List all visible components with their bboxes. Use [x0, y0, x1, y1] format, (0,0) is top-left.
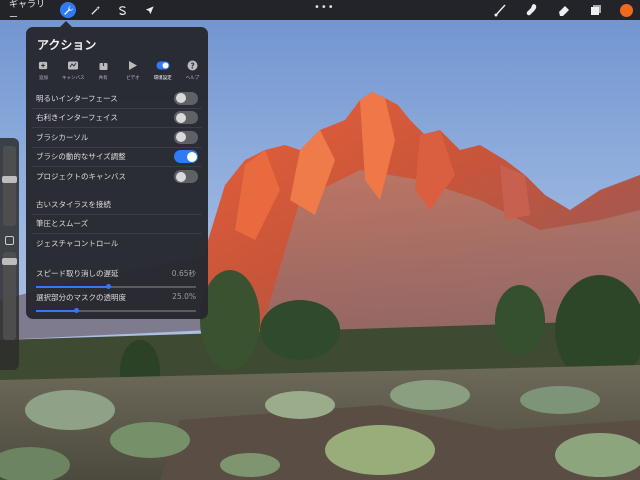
toggle-row-brush-cursor[interactable]: ブラシカーソル [32, 128, 202, 148]
svg-text:?: ? [190, 61, 194, 70]
preferences-toggle-icon [156, 61, 170, 69]
brush-size-slider[interactable] [2, 146, 17, 226]
brush-cursor-toggle[interactable] [174, 130, 198, 144]
toggle-row-dynamic-brush[interactable]: ブラシの動的なサイズ調整 [32, 148, 202, 167]
actions-tabs: 追加 キャンバス 共有 ビデオ 環境設定 ? ヘルプ [32, 58, 204, 81]
tab-share[interactable]: 共有 [92, 58, 115, 81]
preferences-links: 古いスタイラスを接続 筆圧とスムーズ ジェスチャコントロール [32, 195, 202, 254]
color-picker-button[interactable] [620, 3, 633, 17]
adjustments-button[interactable] [87, 2, 103, 18]
toggle-row-right-hand[interactable]: 右利きインターフェイス [32, 109, 202, 128]
wrench-icon [63, 5, 73, 15]
share-icon [99, 59, 108, 70]
redo-button[interactable] [3, 356, 16, 366]
undo-delay-thumb[interactable] [106, 284, 111, 289]
smudge-icon [526, 4, 537, 16]
opacity-thumb[interactable] [2, 258, 17, 265]
right-hand-toggle[interactable] [174, 111, 198, 125]
eraser-icon [559, 6, 569, 16]
undo-delay-label: スピード取り消しの遅延 [36, 269, 119, 278]
opacity-slider[interactable] [2, 252, 17, 340]
layers-icon [591, 5, 601, 15]
undo-button[interactable] [3, 344, 16, 354]
dynamic-brush-toggle[interactable] [174, 150, 198, 164]
magic-wand-icon [90, 5, 100, 15]
link-legacy-stylus[interactable]: 古いスタイラスを接続 [32, 195, 202, 215]
mask-opacity-slider[interactable] [36, 308, 196, 314]
eraser-tool[interactable] [556, 2, 572, 18]
transform-button[interactable] [141, 2, 157, 18]
right-tools [492, 0, 640, 20]
left-sidebar [0, 138, 19, 370]
brush-size-thumb[interactable] [2, 176, 17, 183]
light-interface-toggle[interactable] [174, 91, 198, 105]
selection-s-icon [118, 5, 126, 15]
mask-opacity-thumb[interactable] [74, 308, 79, 313]
canvas-icon [68, 61, 79, 69]
modify-square-button[interactable] [5, 236, 14, 245]
selection-button[interactable] [114, 2, 130, 18]
mask-opacity-value: 25.0% [172, 292, 196, 301]
link-pressure-smoothing[interactable]: 筆圧とスムーズ [32, 215, 202, 234]
arrow-cursor-icon [145, 5, 154, 14]
mask-opacity-setting: 選択部分のマスクの透明度 25.0% [36, 292, 196, 314]
more-menu-dots[interactable]: ••• [314, 2, 335, 13]
help-icon: ? [187, 60, 198, 70]
preferences-toggles: 明るいインターフェース 右利きインターフェイス ブラシカーソル ブラシの動的なサ… [32, 89, 202, 187]
mask-opacity-label: 選択部分のマスクの透明度 [36, 293, 126, 302]
project-canvas-toggle[interactable] [174, 170, 198, 184]
link-gesture-controls[interactable]: ジェスチャコントロール [32, 234, 202, 254]
brush-icon [494, 4, 506, 17]
tab-preferences[interactable]: 環境設定 [151, 58, 174, 81]
tab-video[interactable]: ビデオ [121, 58, 144, 81]
undo-delay-value: 0.65秒 [171, 269, 196, 278]
tab-add[interactable]: 追加 [32, 58, 55, 81]
gallery-button[interactable]: ギャラリー [9, 0, 49, 23]
actions-wrench-button[interactable] [60, 2, 76, 18]
video-play-icon [129, 60, 138, 70]
tab-help[interactable]: ? ヘルプ [181, 58, 204, 81]
toggle-row-light-interface[interactable]: 明るいインターフェース [32, 89, 202, 109]
undo-delay-setting: スピード取り消しの遅延 0.65秒 [36, 268, 196, 290]
brush-tool[interactable] [492, 2, 508, 18]
actions-panel: アクション 追加 キャンバス 共有 ビデオ 環境設定 ? ヘルプ 明るいインター… [26, 21, 208, 319]
top-toolbar: ギャラリー ••• [0, 0, 640, 23]
toggle-row-project-canvas[interactable]: プロジェクトのキャンバス [32, 167, 202, 187]
smudge-tool[interactable] [524, 2, 540, 18]
add-icon [38, 61, 48, 69]
tab-canvas[interactable]: キャンバス [62, 58, 85, 81]
layers-tool[interactable] [588, 2, 604, 18]
undo-delay-slider[interactable] [36, 284, 196, 290]
panel-title: アクション [37, 38, 97, 52]
